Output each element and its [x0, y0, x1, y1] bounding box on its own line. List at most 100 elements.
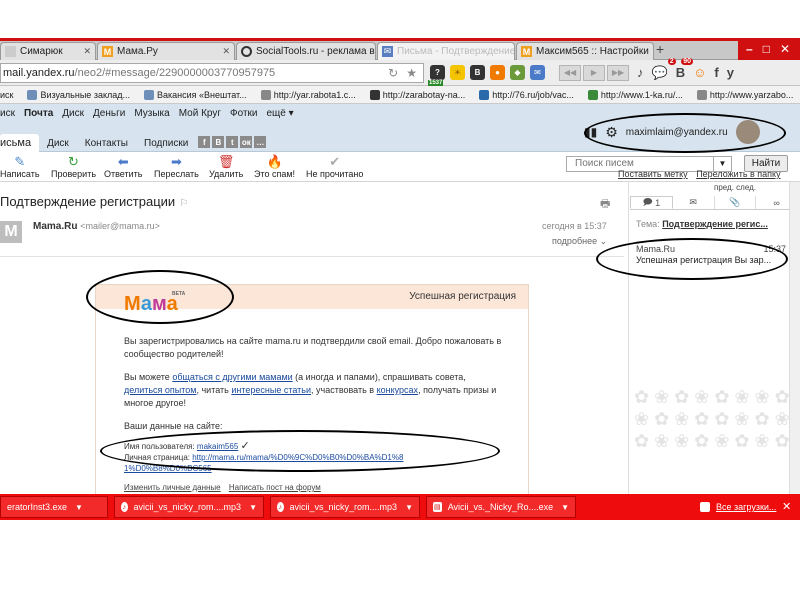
b-extension-icon[interactable]: B — [470, 65, 485, 80]
thread-item[interactable]: Mama.Ru 15:37 Успешная регистрация Вы за… — [636, 244, 786, 266]
forward-button[interactable]: ➡ Переслать — [154, 154, 199, 179]
extension-counter-icon[interactable]: ? 1537 — [428, 65, 445, 86]
scrollbar[interactable] — [789, 182, 800, 494]
sun-icon[interactable]: ☀ — [450, 65, 465, 80]
flag-icon[interactable]: ⚐ — [179, 198, 188, 209]
tab-close-icon[interactable]: ✕ — [218, 46, 230, 57]
more-share-icon[interactable]: … — [254, 136, 267, 148]
media-play-icon[interactable]: ▶ — [583, 64, 605, 81]
print-icon[interactable]: 🖶 — [600, 195, 610, 214]
tab-subscriptions[interactable]: Подписки — [136, 134, 196, 152]
bookmark-item[interactable]: Визуальные заклад... — [27, 89, 130, 100]
card-status: Успешная регистрация — [409, 291, 516, 302]
yandex-services-nav: иск Почта Диск Деньги Музыка Мой Круг Фо… — [0, 108, 294, 119]
check-mail-button[interactable]: ↻ Проверить — [51, 154, 96, 179]
facebook-icon[interactable]: f — [714, 65, 718, 80]
thread-tab-messages[interactable]: 🗩 1 — [630, 196, 673, 209]
orange-extension-icon[interactable]: ● — [490, 65, 505, 80]
set-label-link[interactable]: Поставить метку — [618, 169, 688, 179]
download-item[interactable]: ▤ Avicii_vs._Nicky_Ro....exe ▼ — [426, 496, 576, 518]
nav-search[interactable]: иск — [0, 108, 15, 119]
details-toggle[interactable]: подробнее ⌄ — [552, 236, 607, 247]
tab-contacts[interactable]: Контакты — [77, 134, 136, 152]
chevron-down-icon[interactable]: ▼ — [249, 503, 257, 512]
bookmark-item[interactable]: http://yar.rabota1.c... — [260, 89, 356, 100]
tab-mail[interactable]: ✉ Письма - Подтверждение ✕ — [377, 42, 515, 60]
spam-button[interactable]: 🔥 Это спам! — [254, 154, 295, 179]
all-downloads-link[interactable]: Все загрузки... — [700, 502, 776, 512]
decorative-background: ✿ ❀ ✿ ❀ ✿ ❀ ❀ ✿ ❀ ✿ ❀ ✿ ✿ ❀ ✿ ❀ ✿ ❀ ❀ ✿ … — [634, 387, 790, 451]
sender-name[interactable]: Mama.Ru — [33, 221, 77, 232]
media-prev-icon[interactable]: ◀◀ — [559, 64, 581, 81]
user-email[interactable]: maximlaim@yandex.ru — [626, 127, 728, 138]
chat-icon[interactable]: 💬 2 — [652, 57, 676, 81]
mark-unread-button[interactable]: ✔ Не прочитано — [306, 154, 363, 179]
vk-icon[interactable]: В 90 — [676, 58, 694, 80]
odnoklassniki-icon[interactable]: ☺ — [693, 65, 706, 80]
username-link[interactable]: makaim565 — [197, 442, 238, 451]
chevron-down-icon[interactable]: ▼ — [405, 503, 413, 512]
nav-music[interactable]: Музыка — [134, 108, 169, 119]
music-note-icon[interactable]: ♪ — [637, 65, 644, 80]
edit-profile-link[interactable]: Изменить личные данные — [124, 483, 221, 492]
bookmark-item[interactable]: http://76.ru/job/vac... — [479, 89, 574, 100]
thread-tab-attachments[interactable]: 📎 — [715, 196, 757, 209]
link-share-experience[interactable]: делиться опытом — [124, 385, 196, 395]
checkmark-icon: ✓ — [240, 440, 250, 452]
close-window-icon[interactable]: ✕ — [780, 42, 790, 56]
tag-extension-icon[interactable]: ◆ — [510, 65, 525, 80]
nav-photos[interactable]: Фотки — [230, 108, 258, 119]
minimize-icon[interactable]: – — [746, 42, 753, 56]
chevron-down-icon[interactable]: ▼ — [75, 503, 83, 512]
link-articles[interactable]: интересные статьи — [231, 385, 311, 395]
tab-simaryuk[interactable]: Симарюк ✕ — [0, 42, 96, 60]
nav-moikrug[interactable]: Мой Круг — [179, 108, 221, 119]
twitter-share-icon[interactable]: t — [226, 136, 239, 148]
theme-icon[interactable]: ▮▮ — [584, 125, 597, 139]
ok-share-icon[interactable]: ок — [240, 136, 253, 148]
avatar[interactable] — [735, 120, 760, 144]
tab-mama-ru[interactable]: M Мама.Ру ✕ — [97, 42, 235, 60]
thread-tab-mail[interactable]: ✉ — [673, 196, 715, 209]
link-contests[interactable]: конкурсах — [377, 385, 418, 395]
bookmark-star-icon[interactable]: ★ — [406, 66, 417, 80]
maximize-icon[interactable]: □ — [763, 42, 770, 56]
url-field[interactable]: mail.yandex.ru/neo2/#message/22900000037… — [0, 62, 424, 83]
tab-maksim-settings[interactable]: M Максим565 :: Настройки ✕ — [516, 42, 654, 60]
tab-close-icon[interactable]: ✕ — [649, 46, 654, 57]
mail-extension-icon[interactable]: ✉ — [530, 65, 545, 80]
nav-disk[interactable]: Диск — [62, 108, 84, 119]
prev-next-nav[interactable]: пред. след. — [714, 183, 756, 192]
delete-button[interactable]: 🗑 Удалить — [209, 154, 243, 179]
compose-button[interactable]: ✎ Написать — [0, 154, 40, 179]
new-tab-icon[interactable]: + — [656, 41, 664, 57]
gear-icon[interactable]: ⚙ — [605, 124, 618, 141]
reply-button[interactable]: ⬅ Ответить — [104, 154, 142, 179]
tab-close-icon[interactable]: ✕ — [375, 46, 376, 57]
facebook-share-icon[interactable]: f — [198, 136, 211, 148]
tab-socialtools[interactable]: SocialTools.ru - реклама в ✕ — [236, 42, 376, 60]
move-to-folder-link[interactable]: Переложить в папку — [696, 169, 780, 179]
bookmark-item[interactable]: http://www.1-ka.ru/... — [587, 89, 683, 100]
tab-disk[interactable]: Диск — [39, 134, 77, 152]
chevron-down-icon[interactable]: ▼ — [561, 503, 569, 512]
vk-share-icon[interactable]: В — [212, 136, 225, 148]
bookmark-item[interactable]: http://www.yarzabo... — [696, 89, 793, 100]
media-next-icon[interactable]: ▶▶ — [607, 64, 629, 81]
bookmark-item[interactable]: Вакансия «Внештат... — [144, 89, 247, 100]
twitter-icon[interactable]: y — [727, 65, 734, 80]
bookmark-item[interactable]: иск — [0, 90, 13, 100]
forum-post-link[interactable]: Написать пост на форум — [229, 483, 321, 492]
download-item[interactable]: eratorInst3.exe ▼ — [0, 496, 108, 518]
download-item[interactable]: ♪ avicii_vs_nicky_rom....mp3 ▼ — [270, 496, 420, 518]
tab-close-icon[interactable]: ✕ — [79, 46, 91, 57]
nav-more[interactable]: ещё ▾ — [267, 108, 294, 119]
download-item[interactable]: ♪ avicii_vs_nicky_rom....mp3 ▼ — [114, 496, 264, 518]
reload-icon[interactable]: ↻ — [388, 66, 398, 80]
link-chat-moms[interactable]: общаться с другими мамами — [172, 372, 292, 382]
nav-mail[interactable]: Почта — [24, 108, 53, 119]
nav-money[interactable]: Деньги — [93, 108, 125, 119]
close-downloads-icon[interactable]: ✕ — [782, 500, 791, 513]
bookmark-item[interactable]: http://zarabotay-na... — [369, 89, 465, 100]
tab-letters[interactable]: исьма — [0, 134, 40, 152]
